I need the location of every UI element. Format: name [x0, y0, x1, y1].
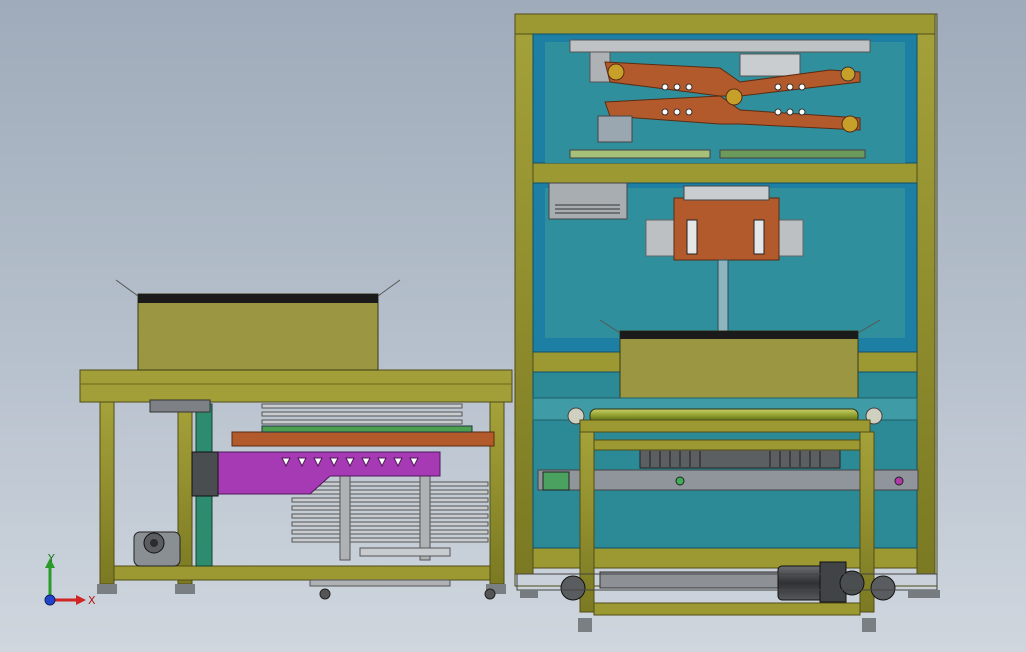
- coordinate-triad-icon: Y X: [44, 552, 96, 607]
- drive-motor-left[interactable]: [133, 531, 181, 567]
- cad-viewport[interactable]: Y X: [0, 0, 1026, 652]
- purple-carriage[interactable]: [213, 451, 441, 495]
- carton-box-left[interactable]: [115, 279, 401, 371]
- assembly-model[interactable]: [0, 0, 1026, 652]
- coordinate-triad: Y X: [36, 550, 96, 610]
- x-axis-label: X: [88, 594, 96, 607]
- caster-wheels: [309, 579, 496, 600]
- heater-unit[interactable]: [548, 182, 628, 220]
- y-axis-label: Y: [47, 552, 55, 565]
- carton-box-right[interactable]: [599, 319, 881, 410]
